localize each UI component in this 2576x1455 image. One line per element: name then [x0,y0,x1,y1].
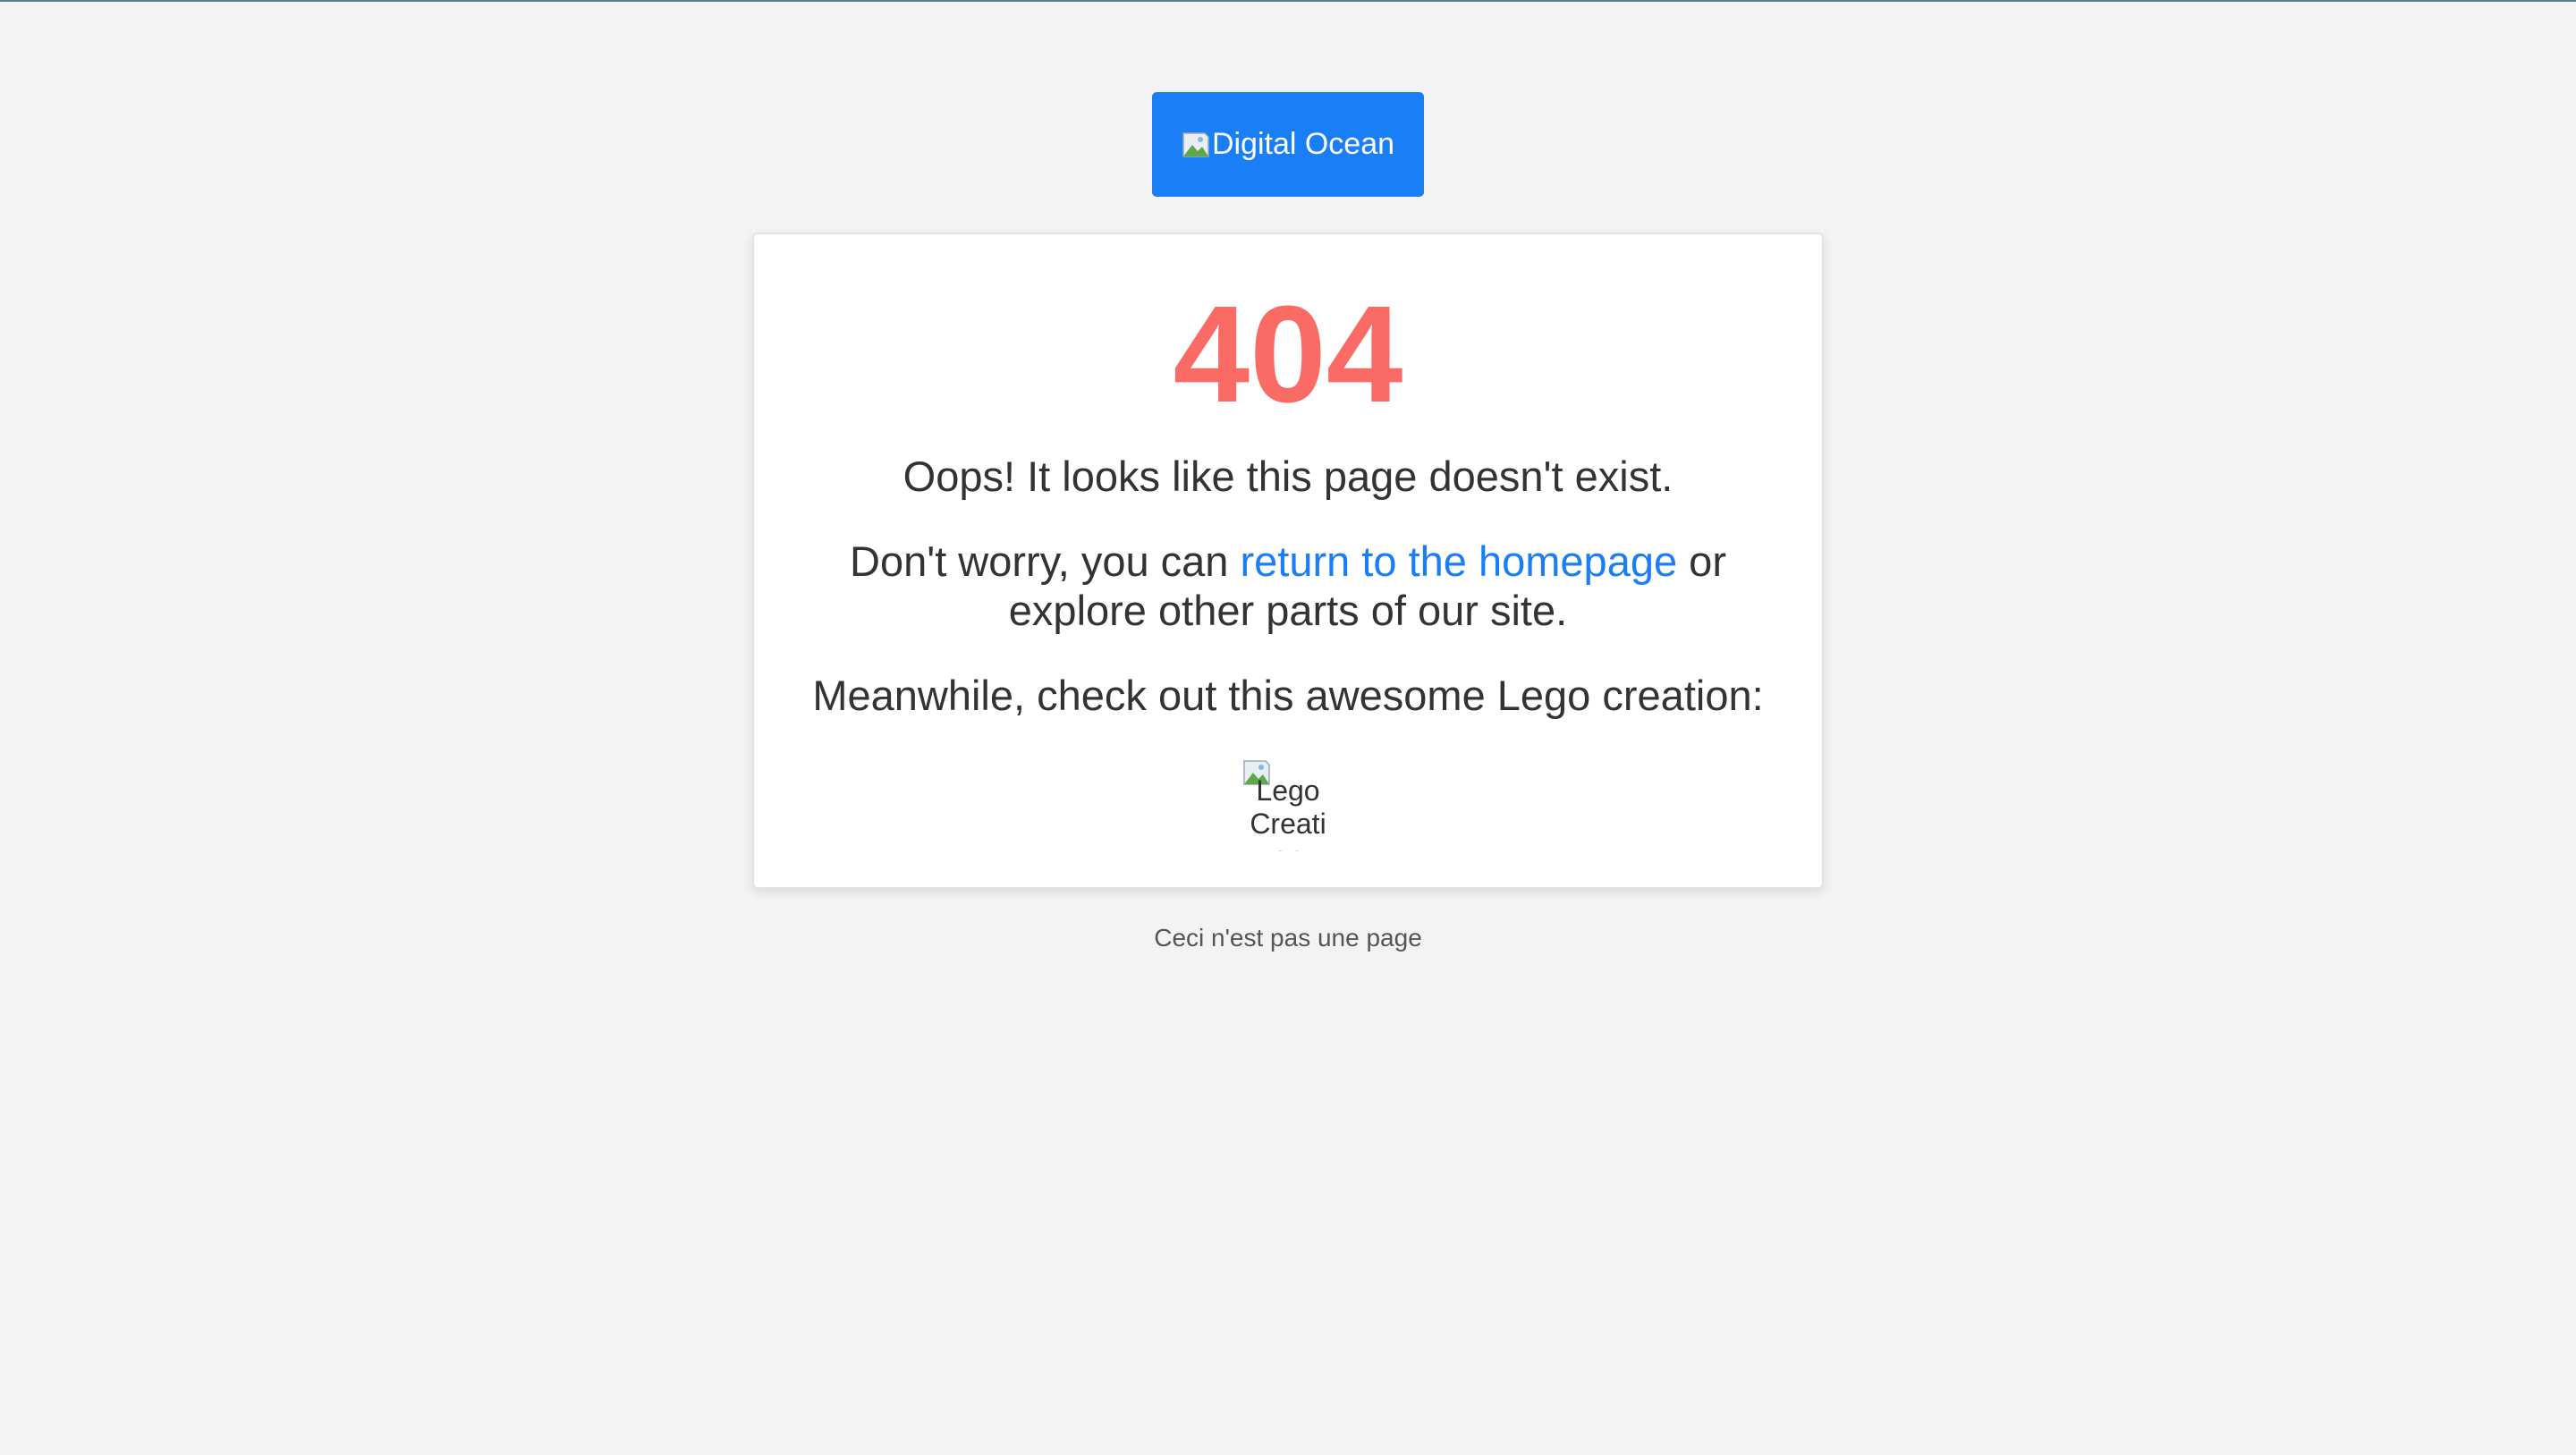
homepage-link[interactable]: return to the homepage [1241,537,1678,585]
lego-alt-text: Lego Creation [1250,774,1326,851]
lego-creation-image: Lego Creation [1242,758,1334,851]
broken-image-icon [1182,131,1209,157]
worry-message: Don't worry, you can return to the homep… [790,537,1786,635]
lego-message: Meanwhile, check out this awesome Lego c… [812,672,1764,719]
error-code: 404 [1173,277,1403,431]
footer-text: Ceci n'est pas une page [1154,924,1422,952]
digital-ocean-logo-link[interactable]: Digital Ocean [1152,92,1424,197]
logo-image: Digital Ocean [1182,127,1394,162]
logo-alt-text: Digital Ocean [1211,127,1395,161]
worry-prefix: Don't worry, you can [850,537,1241,585]
oops-message: Oops! It looks like this page doesn't ex… [902,453,1674,500]
error-card: 404 Oops! It looks like this page doesn'… [752,233,1824,889]
